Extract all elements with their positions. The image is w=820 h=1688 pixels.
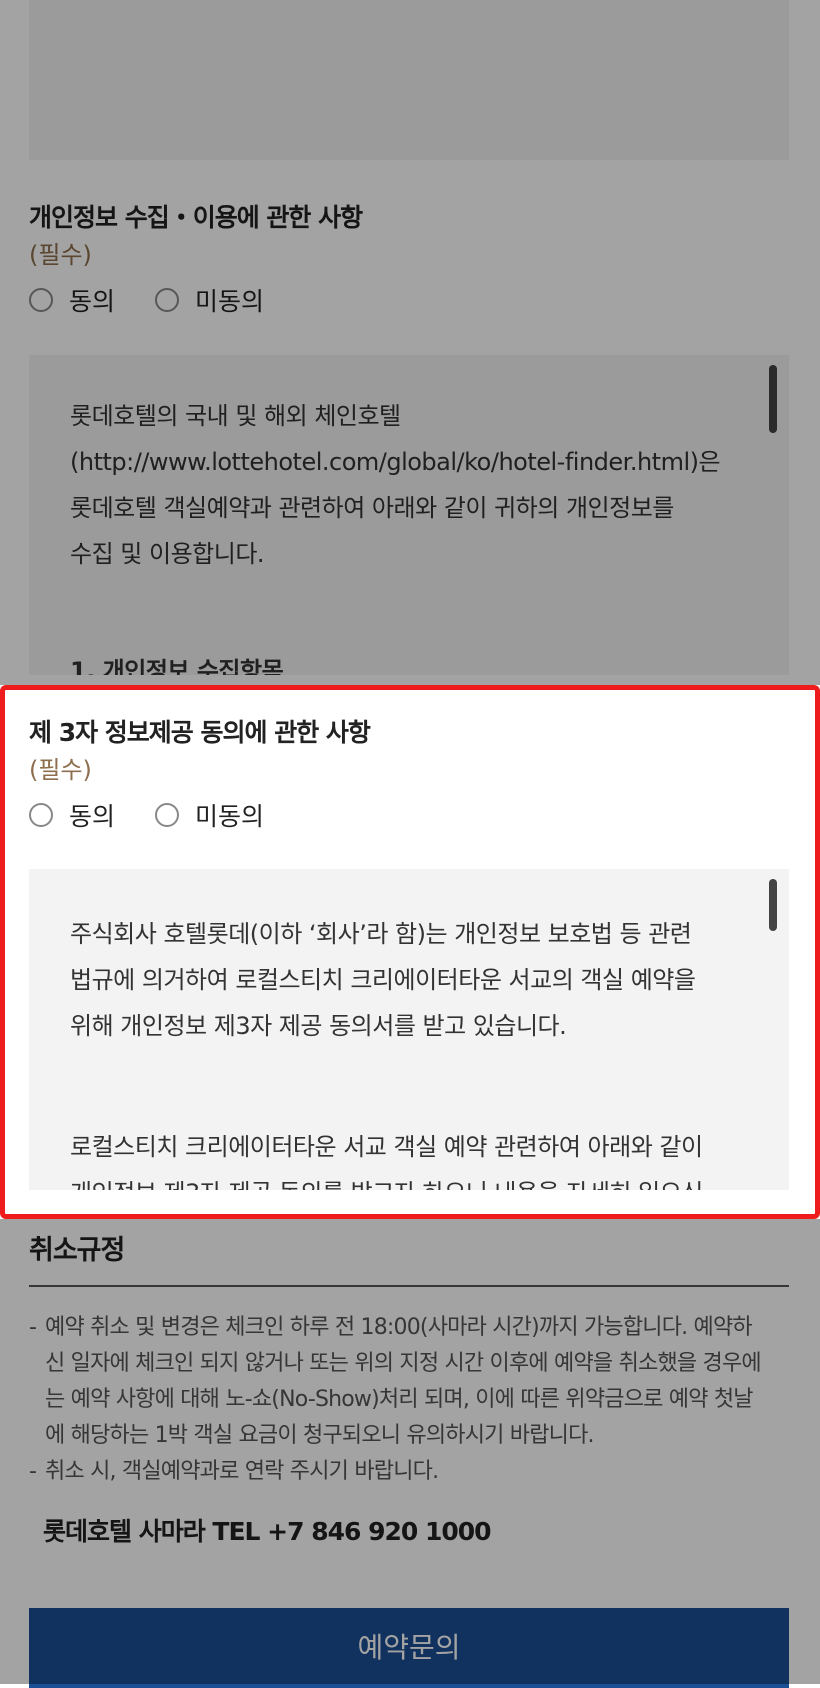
dim-overlay-bottom: [0, 1219, 820, 1684]
third-party-required-label: (필수): [29, 756, 92, 784]
terms-line: 로컬스티치 크리에이터타운 서교 객실 예약 관련하여 아래와 같이: [70, 1133, 703, 1161]
third-party-consent-radios: 동의 미동의: [29, 798, 304, 832]
third-party-terms-text: 주식회사 호텔롯데(이하 ‘회사’라 함)는 개인정보 보호법 등 관련 법규에…: [70, 911, 750, 1049]
radio-circle-icon[interactable]: [29, 803, 53, 827]
reservation-page: 개인정보 수집・이용에 관한 사항 (필수) 동의 미동의 롯데호텔의 국내 및…: [0, 0, 820, 1688]
radio-label[interactable]: 동의: [69, 797, 115, 833]
terms-line: 위해 개인정보 제3자 제공 동의서를 받고 있습니다.: [70, 1012, 567, 1040]
radio-circle-icon[interactable]: [155, 803, 180, 827]
third-party-terms-text-2: 로컬스티치 크리에이터타운 서교 객실 예약 관련하여 아래와 같이 개인정보 …: [70, 1124, 750, 1190]
terms-line: 개인정보 제3자 제공 동의를 받고자 하오니 내용을 자세히 읽으신: [70, 1170, 750, 1190]
terms-line: 법규에 의거하여 로컬스티치 크리에이터타운 서교의 객실 예약을: [70, 966, 696, 994]
radio-label[interactable]: 미동의: [195, 797, 264, 833]
third-party-terms-box[interactable]: 주식회사 호텔롯데(이하 ‘회사’라 함)는 개인정보 보호법 등 관련 법규에…: [29, 869, 789, 1190]
third-party-section-title: 제 3자 정보제공 동의에 관한 사항: [29, 718, 371, 747]
terms-line: 주식회사 호텔롯데(이하 ‘회사’라 함)는 개인정보 보호법 등 관련: [70, 920, 692, 948]
third-party-agree-radio[interactable]: 동의: [29, 797, 115, 833]
third-party-scrollbar-thumb[interactable]: [769, 879, 777, 931]
third-party-disagree-radio[interactable]: 미동의: [155, 797, 264, 833]
dim-overlay-top: [0, 0, 820, 685]
